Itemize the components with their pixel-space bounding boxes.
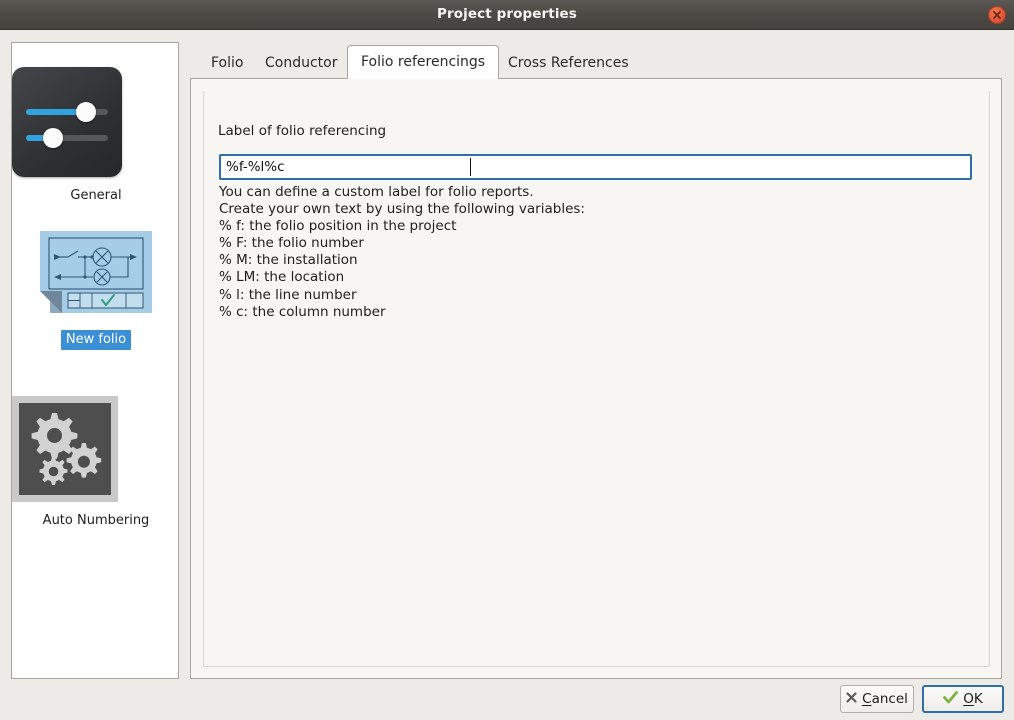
tab-panel: Label of folio referencing You can defin…: [190, 78, 1002, 679]
tab-folio[interactable]: Folio: [198, 50, 256, 78]
help-line: You can define a custom label for folio …: [219, 184, 534, 200]
content-area: Folio Conductor Folio referencings Cross…: [190, 45, 1002, 679]
sidebar-item-general[interactable]: General: [12, 67, 178, 206]
help-line: % M: the installation: [219, 252, 358, 269]
x-mark-icon: [846, 691, 857, 707]
sidebar: General New folio Auto Numbering: [11, 42, 179, 679]
check-mark-icon: [943, 690, 959, 708]
ok-button[interactable]: OK: [922, 685, 1004, 713]
sidebar-item-label: Auto Numbering: [42, 513, 150, 528]
help-line: % c: the column number: [219, 303, 386, 320]
ok-button-label: OK: [963, 691, 983, 707]
sidebar-item-new-folio[interactable]: New folio: [12, 231, 178, 350]
tab-bar: Folio Conductor Folio referencings Cross…: [190, 45, 1002, 79]
sidebar-item-label: New folio: [60, 330, 132, 350]
close-icon[interactable]: [988, 6, 1006, 24]
cancel-button-label: Cancel: [862, 691, 908, 707]
help-line: % LM: the location: [219, 269, 345, 286]
field-label-folio-referencing: Label of folio referencing: [218, 123, 387, 139]
sidebar-item-label: General: [70, 188, 122, 203]
text-caret: [470, 158, 471, 176]
help-line: Create your own text by using the follow…: [219, 201, 585, 218]
tab-folio-referencings[interactable]: Folio referencings: [347, 45, 500, 79]
sliders-icon: [12, 67, 178, 177]
tab-cross-references[interactable]: Cross References: [495, 50, 642, 78]
help-line: % F: the folio number: [219, 235, 364, 252]
cancel-mnemonic: C: [862, 691, 872, 707]
cancel-button[interactable]: Cancel: [840, 685, 914, 713]
gears-icon: [12, 396, 178, 502]
help-line: % f: the folio position in the project: [219, 218, 457, 235]
ok-mnemonic: O: [963, 691, 974, 707]
window-title: Project properties: [437, 6, 577, 22]
sidebar-item-auto-numbering[interactable]: Auto Numbering: [12, 396, 178, 531]
titlebar: Project properties: [0, 0, 1014, 30]
tab-conductor[interactable]: Conductor: [252, 50, 350, 78]
folio-sheet-icon: [12, 231, 178, 321]
help-line: % l: the line number: [219, 286, 357, 303]
folio-referencing-label-input[interactable]: [219, 154, 972, 180]
help-text: You can define a custom label for folio …: [219, 184, 959, 321]
project-properties-dialog: Project properties General New folio Aut…: [0, 0, 1014, 720]
dialog-footer: Cancel OK: [0, 682, 1014, 720]
